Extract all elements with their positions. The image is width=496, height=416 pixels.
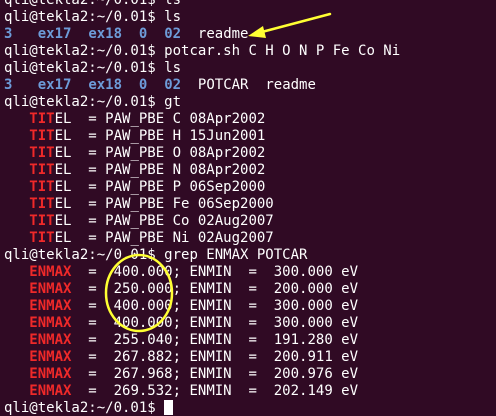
enmax-line: ENMAX = 400.000; ENMIN = 300.000 eV [4,315,400,332]
directory-entry: ex17 [37,26,72,42]
enmax-rest: = 267.968; ENMIN = 200.976 eV [71,366,359,382]
titel-rest: EL = PAW_PBE Fe 06Sep2000 [54,196,274,212]
directory-entry: 3 [4,77,13,93]
terminal-line-partial: qli@tekla2:~/0.01$ ls [4,0,400,9]
titel-rest: EL = PAW_PBE Co 02Aug2007 [54,213,274,229]
titel-line: TITEL = PAW_PBE Co 02Aug2007 [4,213,400,230]
directory-entry: ex18 [88,77,123,93]
grep-match: TIT [29,145,55,161]
enmax-line: ENMAX = 250.000; ENMIN = 200.000 eV [4,281,400,298]
titel-line: TITEL = PAW_PBE Ni 02Aug2007 [4,230,400,247]
grep-match: ENMAX [29,366,72,382]
enmax-rest: = 267.882; ENMIN = 200.911 eV [71,349,359,365]
command-text: grep ENMAX POTCAR [164,247,308,263]
directory-entry: 3 [4,26,13,42]
grep-match: TIT [29,230,55,246]
terminal-output: qli@tekla2:~/0.01$ ls qli@tekla2:~/0.01$… [4,0,400,416]
titel-rest: EL = PAW_PBE P 06Sep2000 [54,179,266,195]
grep-match: TIT [29,128,55,144]
titel-rest: EL = PAW_PBE H 15Jun2001 [54,128,266,144]
terminal-line-cmd-gt: qli@tekla2:~/0.01$ gt [4,94,400,111]
titel-rest: EL = PAW_PBE Ni 02Aug2007 [54,230,274,246]
file-entry: readme [197,26,249,42]
terminal-line-ls-2-output: 3 ex17 ex18 0 02 POTCAR readme [4,77,400,94]
arrow-icon [248,12,332,38]
enmax-line: ENMAX = 255.040; ENMIN = 191.280 eV [4,332,400,349]
grep-match: ENMAX [29,349,72,365]
titel-line: TITEL = PAW_PBE C 08Apr2002 [4,111,400,128]
terminal-line-cmd-potcar: qli@tekla2:~/0.01$ potcar.sh C H O N P F… [4,43,400,60]
enmax-rest: = 255.040; ENMIN = 191.280 eV [71,332,359,348]
text-cursor [164,400,174,415]
grep-match: TIT [29,162,55,178]
command-text: ls [164,9,182,25]
grep-match: ENMAX [29,298,72,314]
directory-entry: ex17 [37,77,72,93]
command-text: potcar.sh C H O N P Fe Co Ni [164,43,401,59]
grep-match: ENMAX [29,264,72,280]
prompt: qli@tekla2:~/0.01$ [4,9,156,25]
enmax-line: ENMAX = 267.882; ENMIN = 200.911 eV [4,349,400,366]
titel-line: TITEL = PAW_PBE O 08Apr2002 [4,145,400,162]
grep-match: TIT [29,111,55,127]
grep-match: TIT [29,213,55,229]
partial-line-text: qli@tekla2:~/0.01$ ls [4,0,182,8]
command-text: gt [164,94,182,110]
directory-entry: ex18 [88,26,123,42]
directory-entry: 0 [138,26,148,42]
grep-match: ENMAX [29,383,72,399]
grep-match: ENMAX [29,332,72,348]
directory-entry: 0 [138,77,148,93]
terminal-line-current-prompt[interactable]: qli@tekla2:~/0.01$ [4,400,400,416]
prompt: qli@tekla2:~/0.01$ [4,43,156,59]
titel-rest: EL = PAW_PBE C 08Apr2002 [54,111,266,127]
titel-rest: EL = PAW_PBE N 08Apr2002 [54,162,266,178]
file-entry: readme [265,77,316,93]
prompt: qli@tekla2:~/0.01$ [4,400,156,416]
ellipse-annotation [104,253,174,333]
highlight-circle-icon [104,253,174,333]
enmax-line: ENMAX = 400.000; ENMIN = 300.000 eV [4,264,400,281]
file-entry: POTCAR [197,77,249,93]
titel-line: TITEL = PAW_PBE Fe 06Sep2000 [4,196,400,213]
grep-match: ENMAX [29,315,72,331]
grep-match: TIT [29,179,55,195]
enmax-rest: = 269.532; ENMIN = 202.149 eV [71,383,359,399]
terminal-window[interactable]: qli@tekla2:~/0.01$ ls qli@tekla2:~/0.01$… [0,0,496,416]
directory-entry: 02 [164,77,182,93]
directory-entry: 02 [164,26,182,42]
enmax-line: ENMAX = 269.532; ENMIN = 202.149 eV [4,383,400,400]
titel-line: TITEL = PAW_PBE N 08Apr2002 [4,162,400,179]
grep-match: TIT [29,196,55,212]
grep-match: ENMAX [29,281,72,297]
command-text: ls [164,60,182,76]
enmax-line: ENMAX = 267.968; ENMIN = 200.976 eV [4,366,400,383]
titel-line: TITEL = PAW_PBE P 06Sep2000 [4,179,400,196]
terminal-line-cmd-ls-1: qli@tekla2:~/0.01$ ls [4,9,400,26]
prompt: qli@tekla2:~/0.01$ [4,94,156,110]
terminal-line-cmd-ls-2: qli@tekla2:~/0.01$ ls [4,60,400,77]
titel-line: TITEL = PAW_PBE H 15Jun2001 [4,128,400,145]
titel-rest: EL = PAW_PBE O 08Apr2002 [54,145,266,161]
terminal-line-cmd-grep: qli@tekla2:~/0.01$ grep ENMAX POTCAR [4,247,400,264]
terminal-line-ls-1-output: 3 ex17 ex18 0 02 readme [4,26,400,43]
prompt: qli@tekla2:~/0.01$ [4,60,156,76]
enmax-line: ENMAX = 400.000; ENMIN = 300.000 eV [4,298,400,315]
arrow-annotation [248,12,332,38]
